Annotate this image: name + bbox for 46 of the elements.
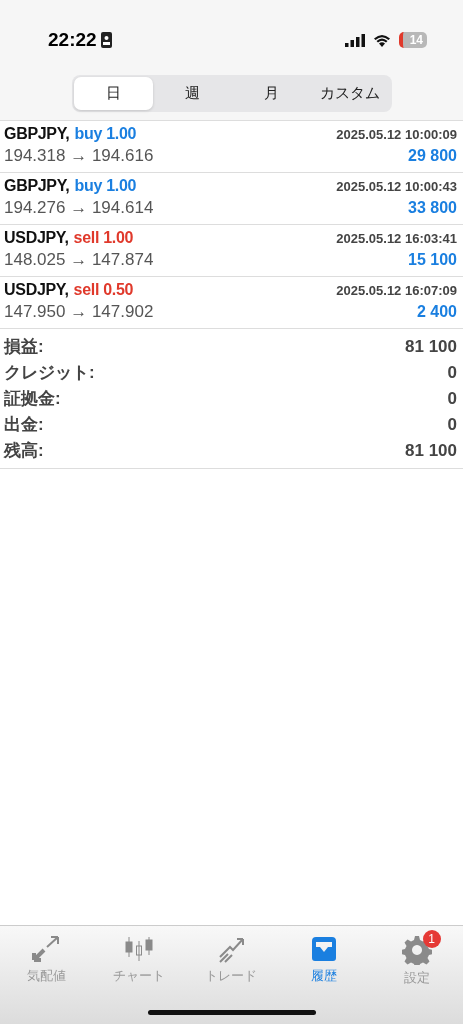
notification-badge: 1 — [422, 930, 441, 948]
summary-value: 0 — [447, 415, 457, 435]
summary-label: 残高: — [4, 440, 44, 462]
arrows-icon — [31, 935, 62, 963]
order-label: buy 1.00 — [74, 177, 137, 195]
profit-value: 2 400 — [416, 303, 457, 321]
profit-value: 15 100 — [408, 251, 457, 269]
summary-value: 0 — [447, 363, 457, 383]
profit-value: 29 800 — [408, 147, 457, 165]
nav-tab[interactable]: 履歴 — [277, 934, 371, 988]
symbol-label: GBPJPY, — [4, 177, 70, 195]
candlestick-icon — [123, 935, 154, 963]
summary-value: 0 — [447, 389, 457, 409]
trade-time: 2025.05.12 16:03:41 — [336, 231, 457, 246]
order-label: buy 1.00 — [74, 125, 137, 143]
order-label: sell 1.00 — [73, 229, 134, 247]
summary-value: 81 100 — [405, 337, 457, 357]
battery-level: 14 — [398, 32, 427, 48]
summary-label: クレジット: — [4, 362, 95, 384]
clock-time: 22:22 — [48, 29, 97, 51]
nav-tab[interactable]: トレード — [185, 934, 278, 988]
price-range: 148.025 → 147.874 — [4, 250, 154, 270]
summary-label: 出金: — [4, 414, 44, 436]
trade-time: 2025.05.12 10:00:09 — [336, 127, 457, 142]
contact-card-icon — [100, 32, 112, 48]
price-range: 194.318 → 194.616 — [4, 146, 154, 166]
signal-icon — [344, 33, 365, 47]
nav-tab[interactable]: チャート — [92, 934, 186, 988]
period-tab[interactable]: 週 — [152, 77, 232, 110]
trade-time: 2025.05.12 16:07:09 — [336, 283, 457, 298]
summary-label: 損益: — [4, 336, 44, 358]
price-range: 147.950 → 147.902 — [4, 302, 154, 322]
price-range: 194.276 → 194.614 — [4, 198, 154, 218]
symbol-label: GBPJPY, — [4, 125, 70, 143]
nav-tab[interactable]: 気配値 — [0, 934, 93, 988]
symbol-label: USDJPY, — [4, 229, 69, 247]
symbol-label: USDJPY, — [4, 281, 69, 299]
summary-value: 81 100 — [405, 441, 457, 461]
period-tab[interactable]: 日 — [73, 77, 153, 110]
period-tab[interactable]: カスタム — [310, 77, 390, 110]
trade-time: 2025.05.12 10:00:43 — [336, 179, 457, 194]
period-tab[interactable]: 月 — [231, 77, 311, 110]
wifi-icon — [372, 33, 391, 47]
profit-value: 33 800 — [408, 199, 457, 217]
summary-label: 証拠金: — [4, 388, 61, 410]
order-label: sell 0.50 — [73, 281, 134, 299]
